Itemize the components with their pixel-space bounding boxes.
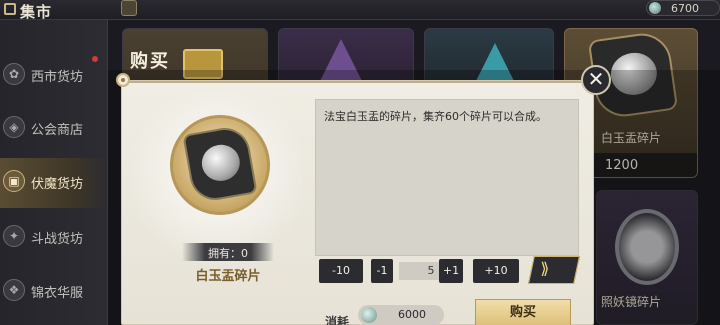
item-name: 白玉盂碎片 bbox=[195, 269, 261, 284]
notification-dot bbox=[92, 56, 98, 62]
battle-icon: ✦ bbox=[3, 225, 25, 247]
owned-count: 拥有：0 bbox=[208, 247, 248, 260]
currency-amount: 6700 bbox=[671, 2, 699, 15]
jade-coin-icon bbox=[649, 2, 661, 14]
sidebar-item-label: 锦衣华服 bbox=[31, 286, 84, 301]
jade-coin-icon bbox=[361, 307, 377, 323]
sidebar-item-label: 伏魔货坊 bbox=[31, 177, 84, 192]
dialog-top-border bbox=[122, 81, 595, 83]
minus-10-button[interactable]: -10 bbox=[319, 259, 363, 283]
minus-1-button[interactable]: -1 bbox=[371, 259, 393, 283]
item-description: 法宝白玉盂的碎片，集齐60个碎片可以合成。 bbox=[324, 110, 547, 123]
cost-display: 6000 bbox=[358, 305, 444, 325]
top-bar: 集市 6700 bbox=[0, 0, 720, 21]
cost-amount: 6000 bbox=[398, 308, 426, 321]
sidebar-item-fumo[interactable]: ▣ 伏魔货坊 bbox=[0, 158, 108, 208]
currency-display: 6700 bbox=[646, 0, 720, 16]
shop-sidebar: ✿ 西市货坊 ◈ 公会商店 ▣ 伏魔货坊 ✦ 斗战货坊 ❖ 锦衣华服 bbox=[0, 20, 108, 325]
sidebar-item-douzhan[interactable]: ✦ 斗战货坊 bbox=[0, 213, 108, 263]
plus-1-button[interactable]: +1 bbox=[439, 259, 463, 283]
sidebar-item-label: 西市货坊 bbox=[31, 70, 84, 85]
dialog-title: 购买 bbox=[130, 51, 170, 72]
page-title: 集市 bbox=[20, 3, 53, 21]
plus-10-button[interactable]: +10 bbox=[473, 259, 519, 283]
buy-dialog: 购买 ✕ 拥有：0 白玉盂碎片 法宝白玉盂的碎片，集齐60个碎片可以合成。 -1… bbox=[116, 51, 611, 325]
lantern-icon[interactable] bbox=[121, 0, 137, 16]
item-preview: 拥有：0 白玉盂碎片 bbox=[132, 91, 302, 303]
sidebar-item-label: 斗战货坊 bbox=[31, 232, 84, 247]
market-icon bbox=[4, 3, 16, 15]
corner-ornament-icon bbox=[116, 73, 130, 87]
flower-icon: ✿ bbox=[3, 63, 25, 85]
sidebar-item-jinyi[interactable]: ❖ 锦衣华服 bbox=[0, 267, 108, 317]
clothes-icon: ❖ bbox=[3, 279, 25, 301]
max-quantity-button[interactable]: ⟫ bbox=[528, 256, 580, 284]
gift-icon: ▣ bbox=[3, 170, 25, 192]
item-description-box: 法宝白玉盂的碎片，集齐60个碎片可以合成。 bbox=[315, 99, 579, 256]
owned-count-bar: 拥有：0 bbox=[182, 243, 274, 261]
sidebar-item-label: 公会商店 bbox=[31, 123, 84, 138]
guild-icon: ◈ bbox=[3, 116, 25, 138]
buy-button[interactable]: 购买 bbox=[475, 299, 571, 325]
cost-label: 消耗 bbox=[325, 315, 350, 325]
double-chevron-icon: ⟫ bbox=[540, 259, 546, 278]
close-button[interactable]: ✕ bbox=[581, 65, 611, 95]
sidebar-item-guild[interactable]: ◈ 公会商店 bbox=[0, 104, 108, 154]
